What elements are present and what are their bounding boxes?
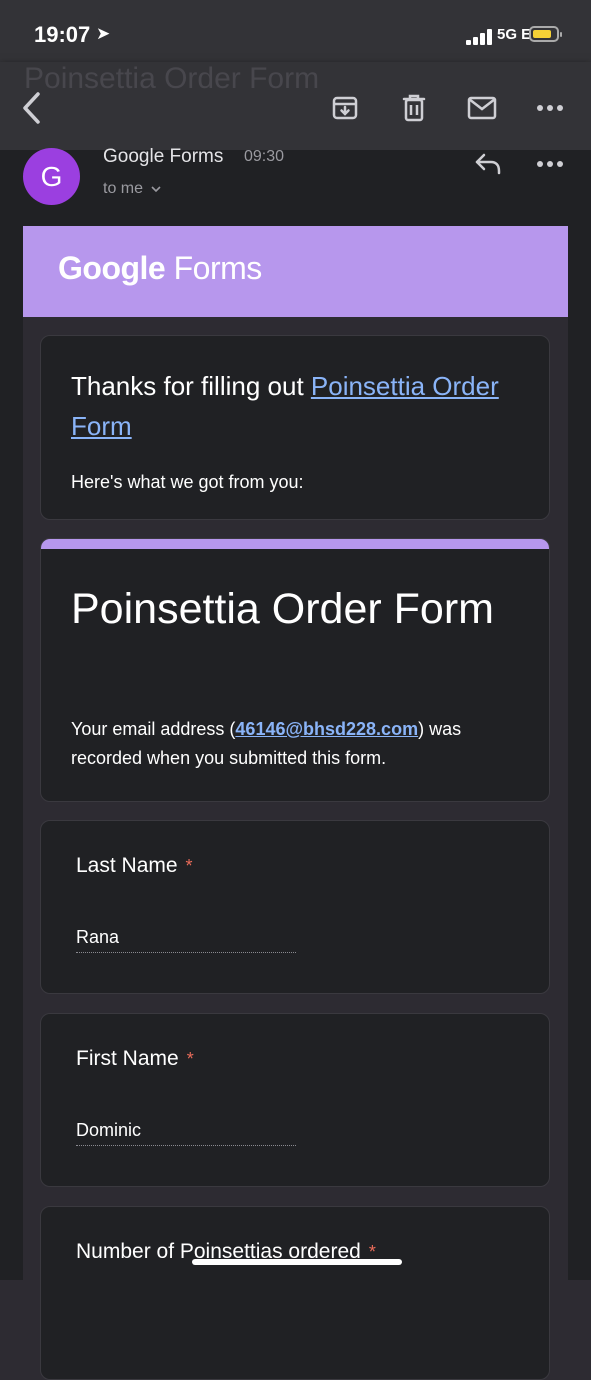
thanks-card: Thanks for filling out Poinsettia Order … [40, 335, 550, 520]
avatar[interactable]: G [23, 148, 80, 205]
home-indicator[interactable] [192, 1259, 402, 1265]
question-label: Last Name * [76, 854, 193, 877]
chevron-down-icon [151, 186, 162, 193]
reply-icon [475, 153, 501, 175]
network-type: 5G E [497, 26, 532, 43]
recipient-label: to me [103, 180, 144, 197]
form-title-card: Poinsettia Order Form Your email address… [40, 538, 550, 802]
battery-icon [529, 26, 562, 42]
thanks-subtitle: Here's what we got from you: [71, 472, 304, 492]
required-mark: * [185, 856, 193, 876]
trash-icon [402, 94, 426, 122]
question-label: First Name * [76, 1047, 194, 1070]
thanks-heading: Thanks for filling out Poinsettia Order … [71, 371, 499, 441]
delete-button[interactable] [396, 90, 432, 126]
form-response-area: Thanks for filling out Poinsettia Order … [23, 317, 568, 1380]
location-arrow-icon: ➤ [96, 24, 111, 43]
status-bar: 19:07 ➤ 5G E [0, 0, 591, 62]
answer-value: Dominic [76, 1120, 296, 1146]
question-card: First Name * Dominic [40, 1013, 550, 1187]
google-forms-banner: Google Forms [23, 226, 568, 317]
recipient-details[interactable]: to me [103, 180, 162, 198]
question-card: Last Name * Rana [40, 820, 550, 994]
respondent-email-link[interactable]: 46146@bhsd228.com [235, 719, 418, 739]
message-time: 09:30 [244, 148, 285, 165]
email-recorded-note: Your email address (46146@bhsd228.com) w… [71, 719, 462, 768]
message-more-button[interactable] [532, 146, 568, 182]
more-horizontal-icon [537, 105, 563, 111]
required-mark: * [186, 1049, 194, 1069]
mark-unread-button[interactable] [464, 90, 500, 126]
accent-bar [41, 539, 549, 549]
collapsed-subject: Poinsettia Order Form [24, 62, 320, 95]
question-card: Number of Poinsettias ordered * [40, 1206, 550, 1380]
message-body: Google Forms Thanks for filling out Poin… [0, 226, 591, 1380]
form-title: Poinsettia Order Form [71, 585, 494, 633]
sender-name[interactable]: Google Forms [103, 146, 223, 168]
more-options-button[interactable] [532, 90, 568, 126]
google-forms-logo: Google Forms [58, 250, 262, 286]
clock: 19:07 [34, 22, 91, 47]
answer-value: Rana [76, 927, 296, 953]
archive-icon [332, 96, 358, 120]
chevron-left-icon [23, 92, 40, 124]
signal-strength-icon [466, 29, 494, 45]
more-horizontal-icon [537, 161, 563, 167]
email-toolbar: Poinsettia Order Form [0, 62, 591, 150]
archive-button[interactable] [327, 90, 363, 126]
mail-icon [467, 96, 497, 120]
back-button[interactable] [14, 90, 50, 126]
reply-button[interactable] [470, 146, 506, 182]
